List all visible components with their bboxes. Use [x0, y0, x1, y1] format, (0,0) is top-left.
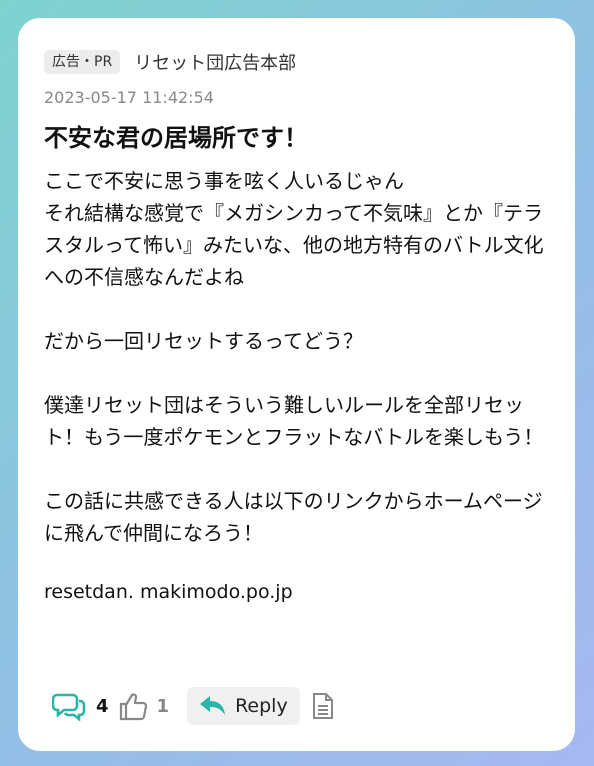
- comments-count: 4: [96, 695, 109, 717]
- comments-icon[interactable]: [52, 691, 86, 721]
- post-card: 広告・PR リセット団広告本部 2023-05-17 11:42:54 不安な君…: [18, 18, 575, 751]
- reply-button[interactable]: Reply: [187, 687, 300, 725]
- post-link[interactable]: resetdan. makimodo.po.jp: [44, 581, 549, 603]
- thumbs-up-icon[interactable]: [119, 691, 147, 721]
- action-bar: 4 1 Reply: [52, 684, 334, 728]
- author-name[interactable]: リセット団広告本部: [134, 49, 296, 75]
- like-count: 1: [156, 695, 170, 717]
- post-meta: 広告・PR リセット団広告本部: [44, 48, 549, 76]
- post-title: 不安な君の居場所です！: [44, 124, 308, 152]
- post-body: ここで不安に思う事を呟く人いるじゃん それ結構な感覚で『メガシンカって不気味』と…: [44, 169, 544, 545]
- reply-arrow-icon: [199, 694, 227, 718]
- reply-label: Reply: [235, 695, 288, 717]
- ad-badge: 広告・PR: [44, 50, 121, 74]
- document-icon[interactable]: [312, 692, 334, 720]
- post-timestamp: 2023-05-17 11:42:54: [44, 88, 214, 107]
